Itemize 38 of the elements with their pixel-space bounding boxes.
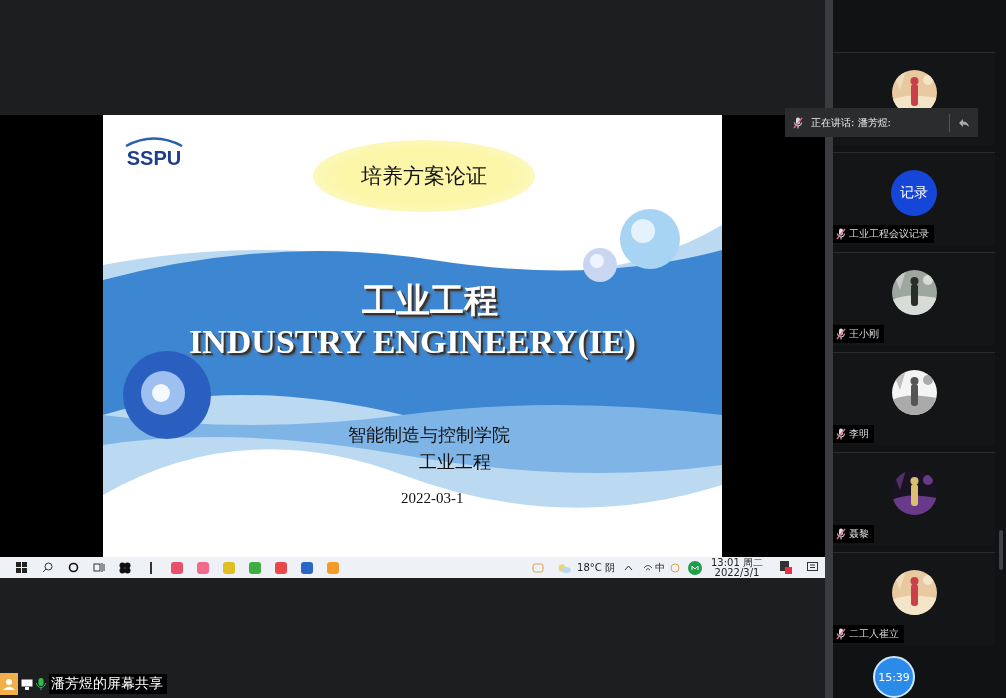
ime-indicator[interactable]: 中 [655,562,665,573]
participant-name: 工业工程会议记录 [849,227,929,241]
banner-title: 培养方案论证 [313,140,535,212]
slide-date: 2022-03-1 [401,490,465,507]
participant-tile[interactable]: 王小刚 [833,252,995,345]
speaking-text: 正在讲话: 潘芳煜: [811,115,892,130]
monitor-icon [21,678,33,690]
participant-tile[interactable]: 聂黎 [833,452,995,545]
mic-icon [36,678,46,690]
participant-name: 聂黎 [849,527,869,541]
weather-text[interactable]: 18°C 阴 [577,562,615,573]
user-avatar-icon [0,673,18,695]
clock-time[interactable]: 13:01 周二 [711,557,763,568]
participant-name: 王小刚 [849,327,879,341]
muted-mic-icon [793,116,803,129]
app-icon[interactable] [249,561,261,574]
screen-share-label: 潘芳煜的屏幕共享 [49,674,167,694]
participant-name: 李明 [849,427,869,441]
major-text: 工业工程 [419,450,492,474]
app-icon[interactable] [327,561,339,574]
participant-tile[interactable]: 李明 [833,352,995,445]
slide-subtitle: INDUSTRY ENGINEERY(IE) [189,322,636,362]
app-icon[interactable] [197,561,209,574]
participant-tile[interactable]: 二工人崔立 [833,552,995,645]
department-text: 智能制造与控制学院 [348,423,511,447]
app-icon[interactable] [275,561,287,574]
logo-arc-icon [124,135,184,147]
clock-date[interactable]: 2022/3/1 [714,567,760,578]
reply-arrow-icon[interactable] [958,117,970,128]
scrollbar[interactable] [999,530,1003,570]
participant-tile[interactable]: 记录 工业工程会议记录 [833,152,995,245]
logo-text: SSPU [126,147,182,169]
participant-name: 二工人崔立 [849,627,899,641]
separator-icon [150,561,152,574]
slide-title: 工业工程 [361,280,498,320]
participant-badge: 记录 [891,170,937,216]
app-icon[interactable] [171,561,183,574]
app-icon[interactable] [301,561,313,574]
